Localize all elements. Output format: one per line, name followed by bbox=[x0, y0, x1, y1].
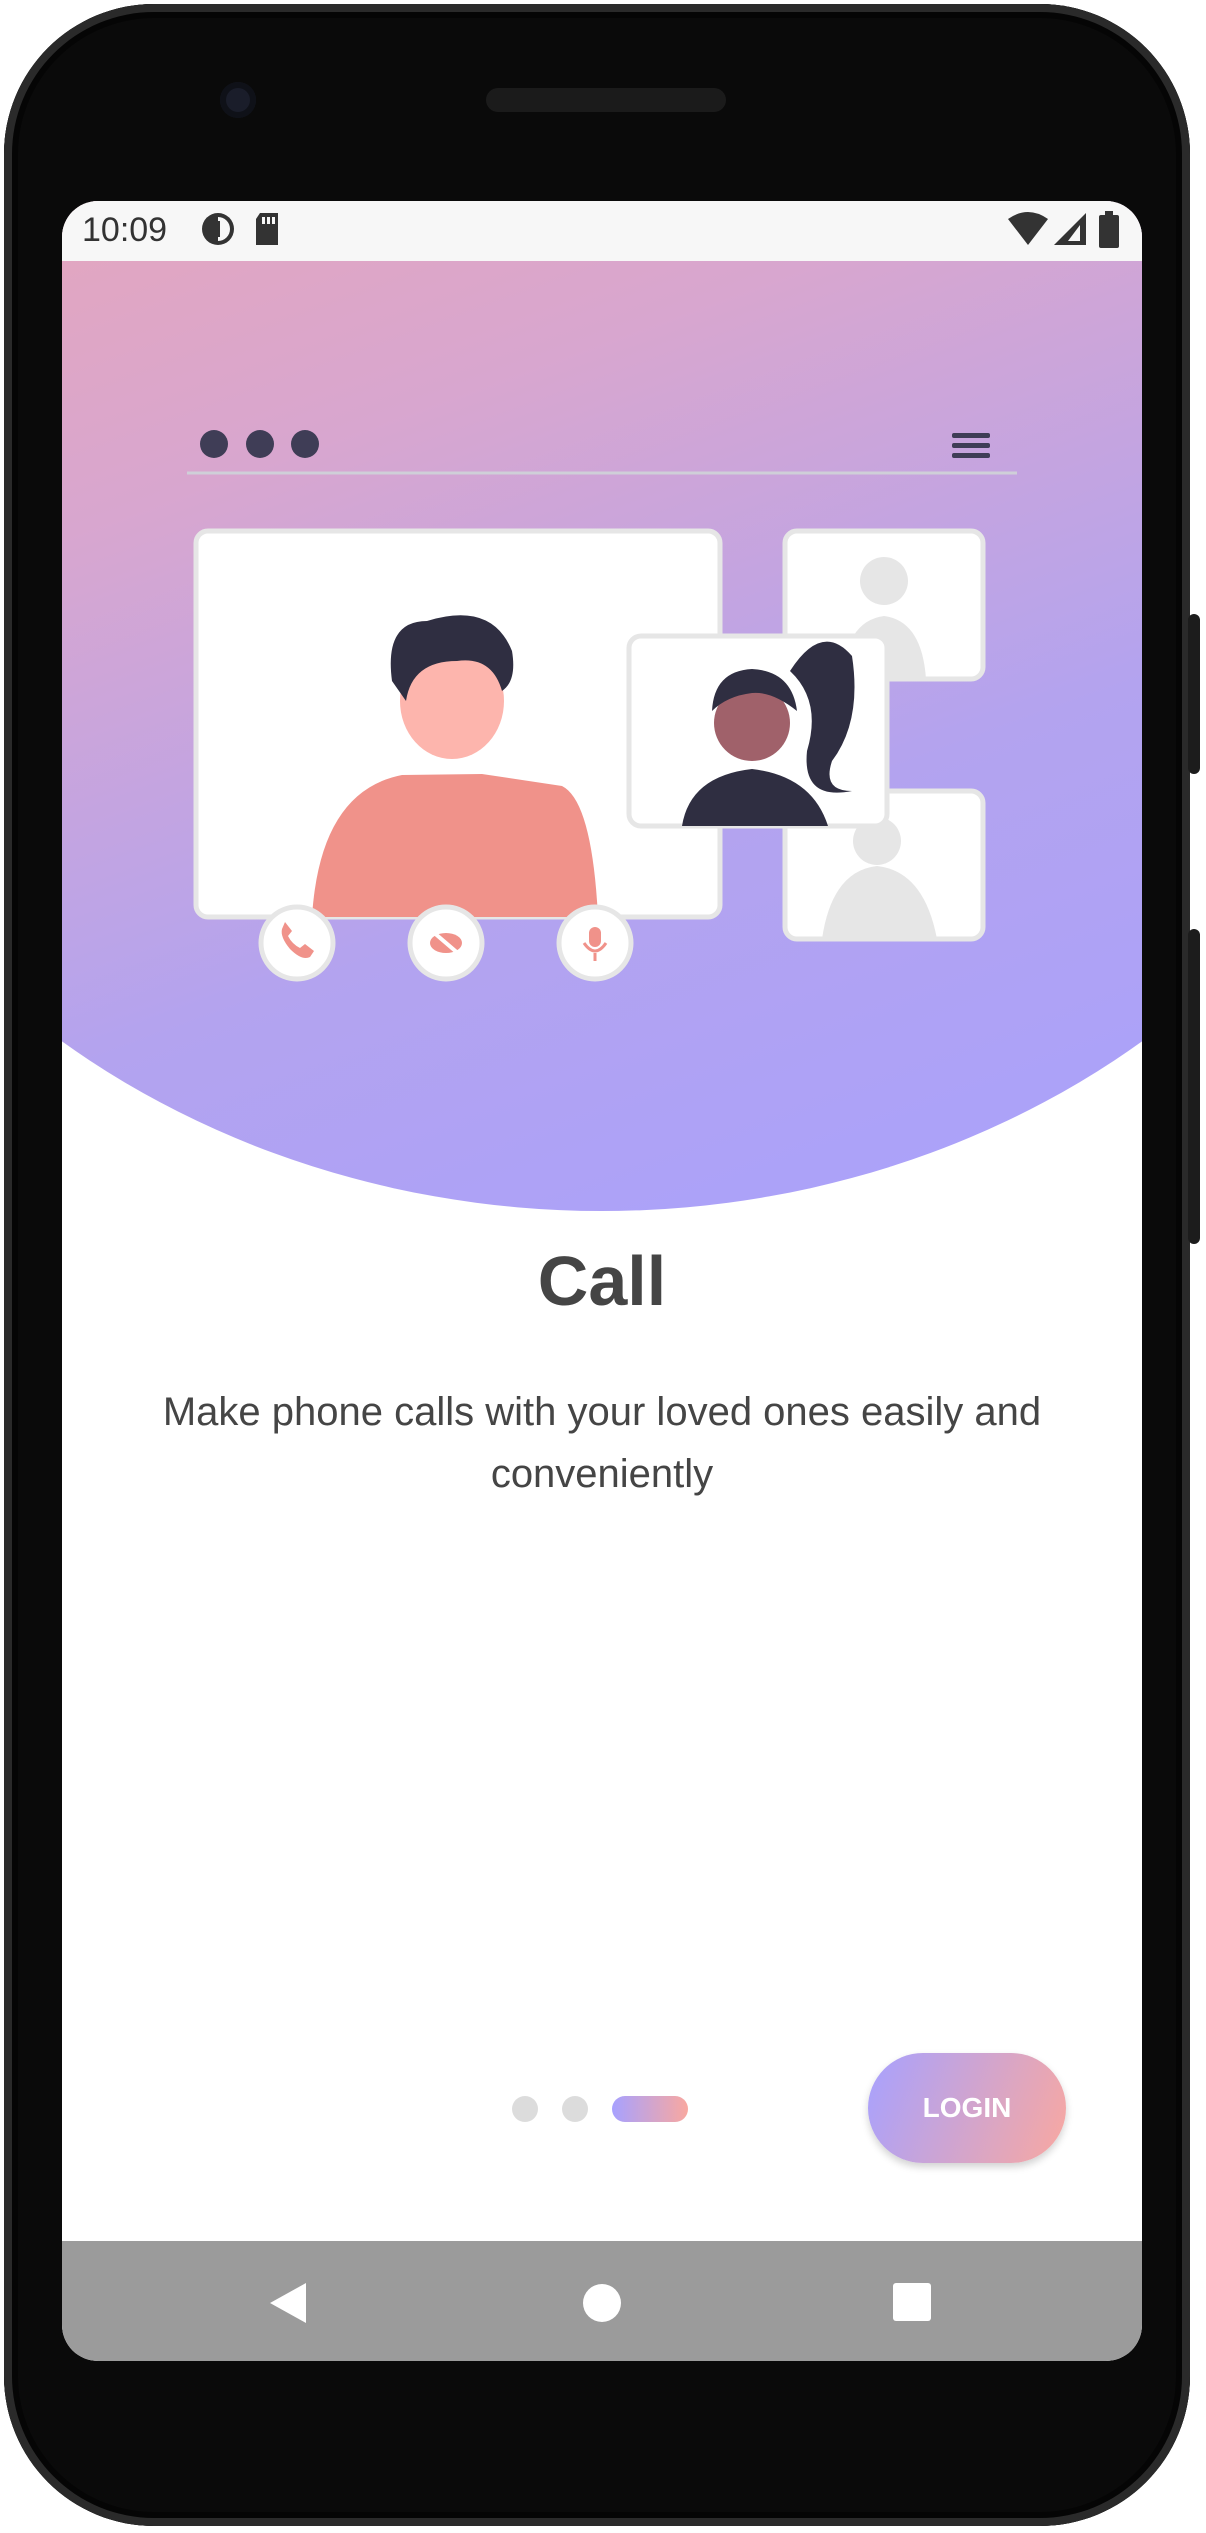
recents-icon[interactable] bbox=[893, 2283, 931, 2325]
onboarding-description: Make phone calls with your loved ones ea… bbox=[162, 1390, 1042, 1496]
mic-icon bbox=[556, 904, 634, 982]
page-dot-active[interactable] bbox=[612, 2096, 688, 2122]
video-off-icon bbox=[407, 904, 485, 982]
volume-button bbox=[1188, 929, 1200, 1244]
front-camera bbox=[220, 82, 256, 118]
window-dots-icon bbox=[200, 430, 319, 458]
page-dot[interactable] bbox=[512, 2096, 538, 2122]
home-icon[interactable] bbox=[582, 2283, 622, 2327]
phone-frame: 10:09 Call Make phone calls with your lo… bbox=[4, 4, 1200, 2526]
earpiece-speaker bbox=[486, 88, 726, 112]
page-dot[interactable] bbox=[562, 2096, 588, 2122]
login-button[interactable]: LOGIN bbox=[868, 2053, 1066, 2163]
participant-tile-woman bbox=[626, 633, 890, 829]
screen: 10:09 Call Make phone calls with your lo… bbox=[62, 201, 1142, 2361]
onboarding-title: Call bbox=[537, 1242, 667, 1320]
call-icon bbox=[258, 904, 336, 982]
back-icon[interactable] bbox=[268, 2281, 308, 2329]
power-button bbox=[1188, 614, 1200, 774]
menu-icon bbox=[952, 433, 990, 458]
video-call-illustration bbox=[187, 430, 1017, 982]
navigation-bar bbox=[62, 2241, 1142, 2361]
